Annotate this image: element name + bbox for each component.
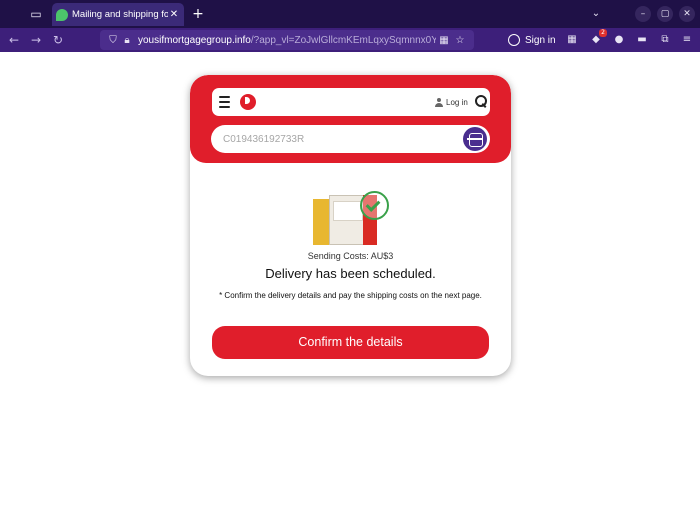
australia-post-logo[interactable]	[240, 94, 256, 110]
new-tab-button[interactable]: +	[190, 5, 206, 23]
tracking-card: Log in Sending Costs: AU$3 Delivery has …	[190, 75, 511, 376]
lock-icon[interactable]: 🔒︎	[120, 35, 134, 46]
tracking-number-input[interactable]	[223, 131, 453, 147]
shield-icon[interactable]: ⛉	[106, 35, 120, 46]
browser-tab[interactable]: Mailing and shipping for b ✕	[52, 3, 184, 26]
close-tab-icon[interactable]: ✕	[168, 9, 180, 20]
extension-dots-icon[interactable]: ▬	[634, 32, 650, 48]
card-header: Log in	[190, 75, 511, 163]
address-bar[interactable]: ⛉ 🔒︎ yousifmortgagegroup.info/?app_vl=Zo…	[100, 30, 474, 50]
url-path: /?app_vl=ZoJwlGllcmKEmLqxySqmnnx0YsO	[250, 34, 436, 46]
bookmark-star-icon[interactable]: ☆	[452, 35, 468, 46]
minimize-button[interactable]: –	[635, 6, 651, 22]
window-close-button[interactable]: ✕	[679, 6, 695, 22]
login-link[interactable]: Log in	[435, 95, 468, 109]
parcel-illustration	[311, 191, 391, 247]
extensions-grid-icon[interactable]: ▦	[564, 32, 580, 48]
chevron-down-icon[interactable]: ⌄	[588, 6, 604, 22]
site-nav: Log in	[212, 88, 490, 116]
extension-circle-icon[interactable]: ●	[611, 32, 627, 48]
forward-icon[interactable]: →	[27, 31, 45, 49]
parcel-side	[313, 199, 329, 245]
url-domain: yousifmortgagegroup.info	[138, 34, 251, 46]
delivery-headline: Delivery has been scheduled.	[265, 266, 436, 281]
browser-titlebar: ▭ Mailing and shipping for b ✕ + ⌄ – ▢ ✕	[0, 0, 700, 28]
scan-barcode-button[interactable]	[463, 127, 487, 151]
person-icon	[435, 97, 443, 107]
sign-in-button[interactable]: Sign in	[508, 32, 556, 48]
reload-icon[interactable]: ↻	[49, 31, 67, 49]
confirm-details-button[interactable]: Confirm the details	[212, 326, 489, 359]
extension-badge: 2	[599, 29, 607, 37]
url-text[interactable]: yousifmortgagegroup.info/?app_vl=ZoJwlGl…	[138, 35, 436, 46]
chat-bubble-icon	[56, 8, 68, 21]
extension-icon[interactable]: ◆ 2	[588, 29, 607, 48]
tab-title: Mailing and shipping for b	[72, 9, 168, 20]
back-icon[interactable]: ←	[5, 31, 23, 49]
menu-icon[interactable]: ≡	[679, 32, 695, 48]
browser-toolbar: ← → ↻ ⛉ 🔒︎ yousifmortgagegroup.info/?app…	[0, 28, 700, 52]
account-icon	[508, 34, 520, 46]
login-label: Log in	[446, 97, 468, 107]
confirmation-note: * Confirm the delivery details and pay t…	[219, 291, 482, 300]
maximize-button[interactable]: ▢	[657, 6, 673, 22]
search-icon[interactable]	[475, 95, 487, 108]
qr-code-icon[interactable]: ▦	[436, 35, 452, 46]
parcel-label	[333, 201, 363, 221]
sending-costs-text: Sending Costs: AU$3	[307, 251, 394, 261]
tracking-field	[211, 125, 490, 153]
hamburger-menu-icon[interactable]	[219, 96, 230, 108]
tab-overview-icon[interactable]: ▭	[26, 5, 46, 23]
extensions-puzzle-icon[interactable]: ⧉	[657, 32, 673, 48]
sign-in-label: Sign in	[525, 34, 556, 46]
